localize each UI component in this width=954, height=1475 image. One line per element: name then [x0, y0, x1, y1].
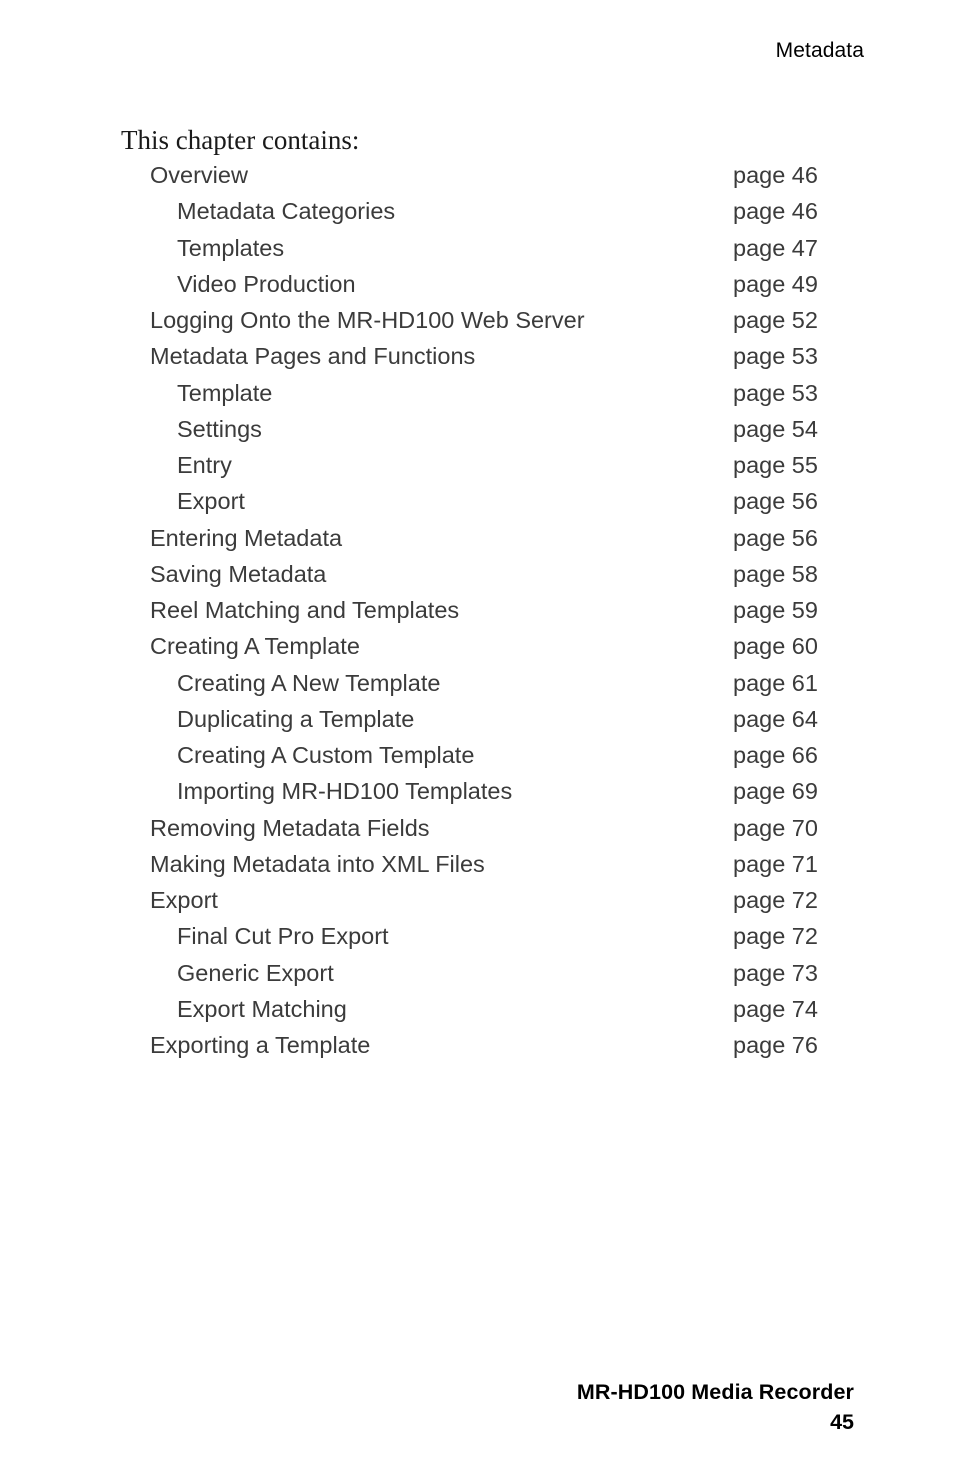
table-of-contents: Overview page 46 Metadata Categories page 4… [0, 161, 954, 1067]
toc-entry-page-reference: page 71 [733, 850, 818, 877]
toc-entry-page-reference: page 56 [733, 488, 818, 515]
toc-entry-page-reference: page 46 [733, 162, 818, 188]
toc-entry[interactable]: Making Metadata into XML Files page 71 [0, 850, 954, 886]
toc-entry[interactable]: Export page 72 [0, 886, 954, 922]
toc-entry-page-reference: page 53 [733, 343, 818, 370]
toc-entry-page-reference: page 47 [733, 234, 818, 261]
footer-page-number: 45 [830, 1410, 854, 1434]
toc-entry-title: Metadata Pages and Functions [150, 343, 476, 370]
toc-entry-page-reference: page 72 [733, 923, 818, 950]
toc-entry[interactable]: Exporting a Template page 76 [0, 1031, 954, 1067]
toc-entry-title: Importing MR-HD100 Templates [177, 778, 513, 805]
toc-entry[interactable]: Settings page 54 [0, 415, 954, 451]
running-header-chapter-title: Metadata [775, 39, 864, 62]
toc-entry-page-reference: page 66 [733, 742, 818, 768]
toc-entry[interactable]: Reel Matching and Templates page 59 [0, 596, 954, 632]
toc-entry[interactable]: Template page 53 [0, 379, 954, 415]
toc-entry-page-reference: page 54 [733, 415, 818, 442]
toc-entry-page-reference: page 74 [733, 995, 818, 1022]
toc-entry-title: Saving Metadata [150, 560, 327, 587]
toc-entry-page-reference: page 69 [733, 778, 818, 805]
toc-entry-title: Creating A Template [150, 633, 360, 660]
toc-entry[interactable]: Templates page 47 [0, 234, 954, 270]
toc-entry-title: Template [177, 379, 273, 406]
toc-entry[interactable]: Metadata Pages and Functions page 53 [0, 342, 954, 378]
toc-entry-title: Making Metadata into XML Files [150, 850, 485, 877]
toc-entry[interactable]: Export Matching page 74 [0, 995, 954, 1031]
toc-entry-page-reference: page 46 [733, 198, 818, 225]
toc-entry-title: Overview [150, 162, 248, 188]
toc-entry[interactable]: Creating A Template page 60 [0, 632, 954, 668]
toc-entry-page-reference: page 52 [733, 307, 818, 333]
toc-entry-page-reference: page 55 [733, 452, 818, 478]
toc-entry-page-reference: page 59 [733, 597, 818, 623]
toc-entry-title: Entering Metadata [150, 524, 343, 551]
toc-entry[interactable]: Creating A New Template page 61 [0, 669, 954, 705]
toc-entry-page-reference: page 53 [733, 379, 818, 406]
toc-entry-title: Creating A New Template [177, 669, 441, 696]
toc-entry[interactable]: Final Cut Pro Export page 72 [0, 922, 954, 958]
toc-entry-title: Entry [177, 452, 232, 478]
toc-entry-title: Export [177, 488, 245, 515]
chapter-intro-text: This chapter contains: [121, 125, 360, 155]
toc-entry-title: Logging Onto the MR-HD100 Web Server [150, 307, 585, 333]
toc-entry-title: Exporting a Template [150, 1032, 371, 1058]
toc-entry[interactable]: Saving Metadata page 58 [0, 560, 954, 596]
toc-entry-title: Templates [177, 234, 285, 261]
toc-entry-page-reference: page 73 [733, 959, 818, 986]
toc-entry-title: Creating A Custom Template [177, 742, 475, 768]
toc-entry-page-reference: page 61 [733, 669, 818, 696]
footer-product-name: MR-HD100 Media Recorder [576, 1380, 854, 1404]
toc-entry-title: Final Cut Pro Export [177, 923, 389, 950]
toc-entry-page-reference: page 49 [733, 270, 818, 297]
toc-entry[interactable]: Entering Metadata page 56 [0, 524, 954, 560]
toc-entry-title: Generic Export [177, 959, 334, 986]
toc-entry[interactable]: Generic Export page 73 [0, 959, 954, 995]
toc-entry-page-reference: page 58 [733, 560, 818, 587]
toc-entry-page-reference: page 72 [733, 887, 818, 913]
toc-entry-title: Settings [177, 415, 262, 442]
toc-entry[interactable]: Duplicating a Template page 64 [0, 705, 954, 741]
page-footer: MR-HD100 Media Recorder 45 [0, 1379, 854, 1436]
toc-entry-page-reference: page 60 [733, 633, 818, 660]
toc-entry[interactable]: Video Production page 49 [0, 270, 954, 306]
toc-entry[interactable]: Metadata Categories page 46 [0, 197, 954, 233]
toc-entry-page-reference: page 64 [733, 705, 818, 732]
toc-entry-page-reference: page 76 [733, 1032, 818, 1058]
toc-entry[interactable]: Export page 56 [0, 487, 954, 523]
toc-entry-title: Metadata Categories [177, 198, 396, 225]
toc-entry-page-reference: page 70 [733, 814, 818, 841]
toc-entry[interactable]: Importing MR-HD100 Templates page 69 [0, 777, 954, 813]
document-page: Metadata This chapter contains: Overview… [0, 0, 954, 1475]
toc-entry-title: Video Production [177, 270, 356, 297]
toc-entry[interactable]: Logging Onto the MR-HD100 Web Server page… [0, 306, 954, 342]
toc-entry[interactable]: Removing Metadata Fields page 70 [0, 814, 954, 850]
toc-entry-title: Duplicating a Template [177, 705, 415, 732]
toc-entry[interactable]: Overview page 46 [0, 161, 954, 197]
toc-entry-title: Export [150, 887, 218, 913]
toc-entry-page-reference: page 56 [733, 524, 818, 551]
toc-entry[interactable]: Creating A Custom Template page 66 [0, 741, 954, 777]
toc-entry[interactable]: Entry page 55 [0, 451, 954, 487]
toc-entry-title: Removing Metadata Fields [150, 814, 430, 841]
toc-entry-title: Export Matching [177, 995, 347, 1022]
toc-entry-title: Reel Matching and Templates [150, 597, 460, 623]
